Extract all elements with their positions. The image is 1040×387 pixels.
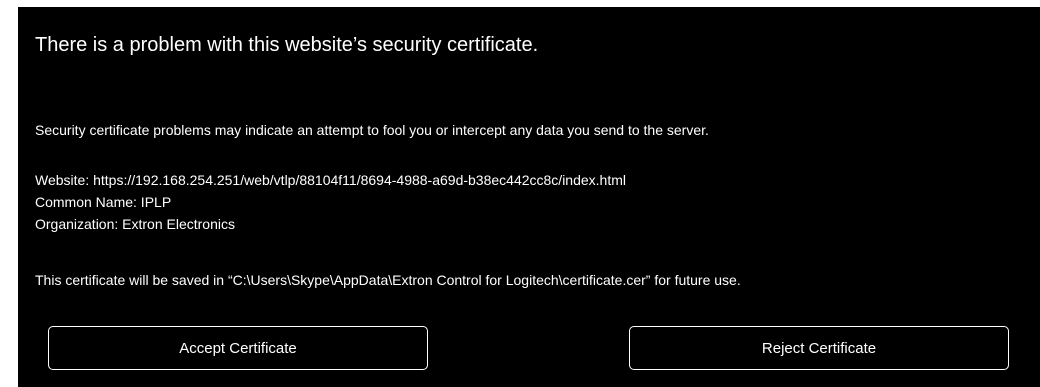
website-url-text: Website: https://192.168.254.251/web/vtl… (35, 172, 627, 188)
security-warning-text: Security certificate problems may indica… (35, 122, 709, 138)
accept-certificate-button[interactable]: Accept Certificate (48, 326, 428, 370)
dialog-title: There is a problem with this website’s s… (35, 34, 539, 56)
reject-certificate-button[interactable]: Reject Certificate (629, 326, 1009, 370)
common-name-text: Common Name: IPLP (35, 194, 172, 210)
certificate-warning-dialog: There is a problem with this website’s s… (18, 7, 1040, 387)
organization-text: Organization: Extron Electronics (35, 216, 235, 232)
certificate-save-path-text: This certificate will be saved in “C:\Us… (35, 272, 741, 288)
